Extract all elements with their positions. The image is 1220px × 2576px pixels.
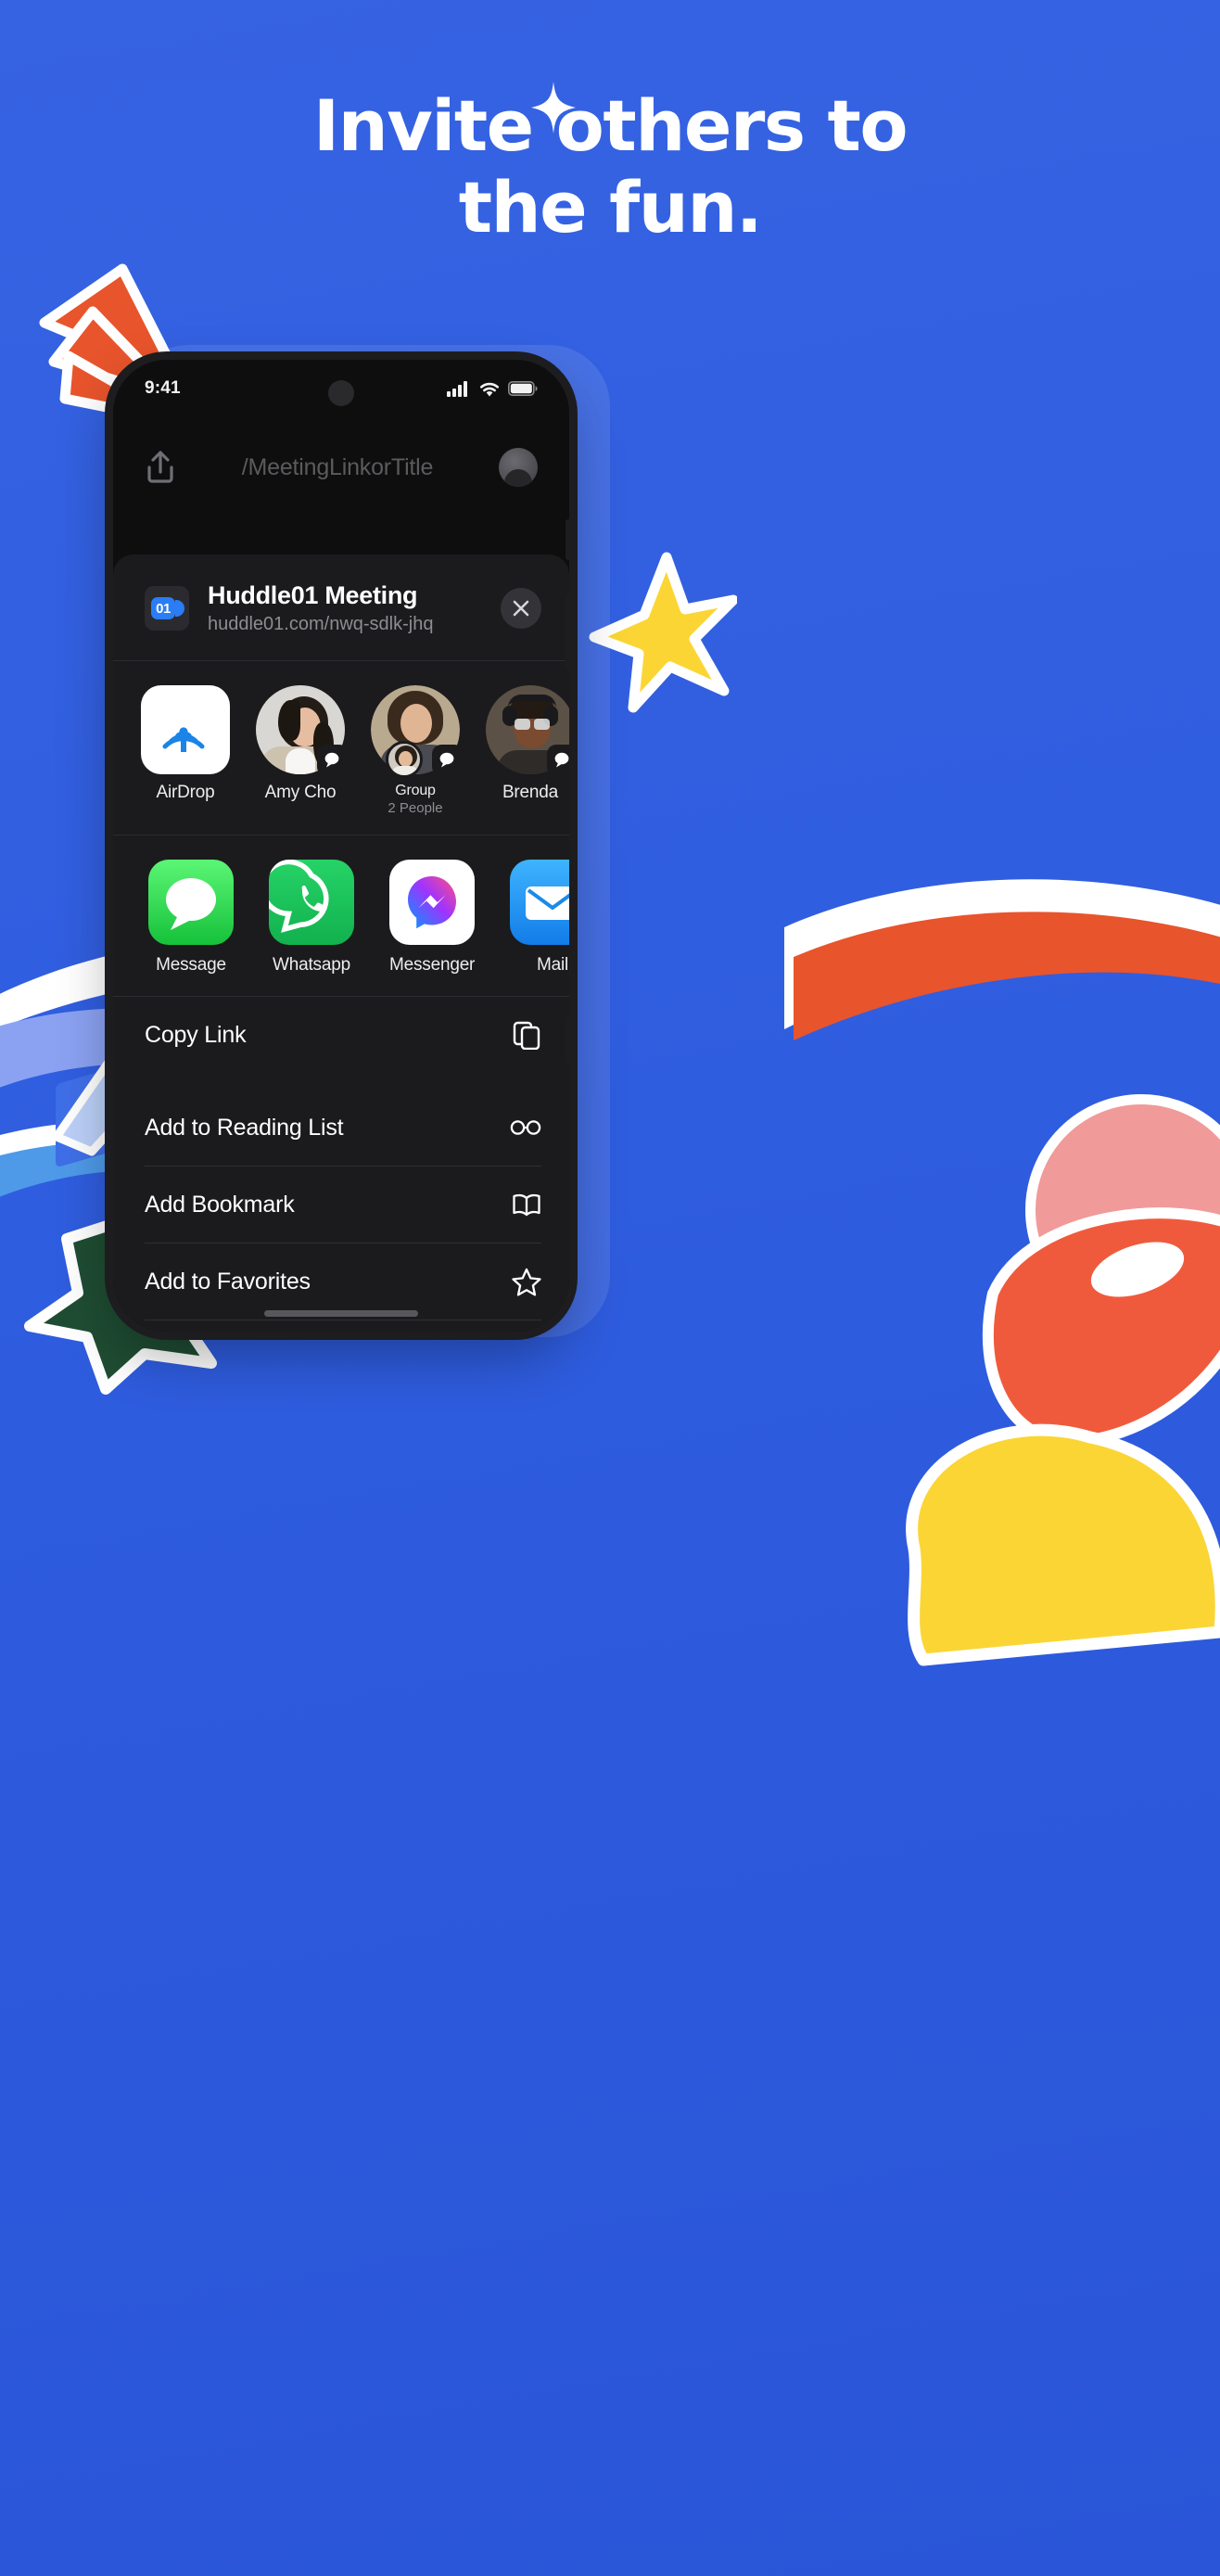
app-message[interactable]: Message bbox=[148, 860, 234, 976]
page-title: Invite others to the fun. bbox=[0, 85, 1220, 249]
whatsapp-app-icon bbox=[269, 860, 354, 945]
sparkle-icon bbox=[531, 82, 576, 134]
copy-icon bbox=[513, 1021, 540, 1050]
messenger-app-icon bbox=[389, 860, 475, 945]
phone-side-button bbox=[566, 519, 572, 560]
contact-label: AirDrop bbox=[156, 783, 215, 802]
messages-badge-icon bbox=[317, 745, 349, 776]
actions-list: Copy Link Add to Reading List Add Bookma… bbox=[113, 997, 569, 1332]
phone-power-button bbox=[566, 1015, 572, 1064]
headline-line-2: the fun. bbox=[458, 166, 763, 249]
messages-badge-icon bbox=[432, 745, 464, 776]
book-icon bbox=[513, 1193, 540, 1217]
share-sheet: 01 Huddle01 Meeting huddle01.com/nwq-sdl… bbox=[113, 555, 569, 1332]
avatar-group-second bbox=[386, 741, 423, 778]
share-item-info: Huddle01 Meeting huddle01.com/nwq-sdlk-j… bbox=[208, 580, 482, 636]
action-add-to-favorites[interactable]: Add to Favorites bbox=[141, 1243, 541, 1320]
contact-airdrop[interactable]: AirDrop bbox=[141, 685, 230, 816]
contact-label: Group bbox=[395, 783, 436, 798]
yellow-star-icon bbox=[589, 552, 737, 713]
browser-toolbar: /MeetingLinkorTitle bbox=[113, 417, 569, 517]
profile-avatar[interactable] bbox=[498, 448, 538, 487]
signal-bars-icon bbox=[447, 380, 467, 397]
contact-photo bbox=[256, 685, 349, 776]
app-label: Mail bbox=[536, 955, 569, 975]
messages-glyph bbox=[324, 752, 339, 768]
orange-curve-shape bbox=[784, 879, 1220, 1040]
promo-screenshot: Invite others to the fun. 9:41 /MeetingL… bbox=[0, 0, 1220, 2576]
status-time: 9:41 bbox=[145, 378, 181, 398]
contact-sublabel: 2 People bbox=[388, 800, 443, 816]
phone-screen: 9:41 /MeetingLinkorTitle 01 Huddle01 Mee… bbox=[113, 360, 569, 1332]
yellow-blob-shape bbox=[906, 1423, 1220, 1666]
app-whatsapp[interactable]: Whatsapp bbox=[269, 860, 354, 976]
action-find-on-page[interactable]: Find on Page bbox=[141, 1320, 541, 1332]
action-label: Add to Favorites bbox=[145, 1268, 311, 1294]
camera-notch bbox=[328, 380, 354, 406]
wifi-icon bbox=[480, 382, 499, 396]
headline-line-1: Invite others to bbox=[312, 84, 909, 167]
whatsapp-glyph bbox=[269, 860, 329, 933]
glasses-icon bbox=[510, 1120, 541, 1135]
action-add-to-reading-list[interactable]: Add to Reading List bbox=[141, 1090, 541, 1166]
messages-glyph bbox=[439, 752, 454, 768]
home-indicator bbox=[264, 1310, 418, 1317]
messages-app-icon bbox=[148, 860, 234, 945]
contact-label: Amy Cho bbox=[264, 783, 337, 802]
close-button[interactable] bbox=[501, 588, 541, 629]
huddle01-icon-text: 01 bbox=[151, 597, 175, 619]
messenger-glyph bbox=[408, 876, 456, 929]
action-label: Add to Reading List bbox=[145, 1114, 344, 1141]
contact-label: Brenda bbox=[502, 783, 559, 802]
app-label: Messenger bbox=[389, 955, 476, 975]
contact-photo bbox=[486, 685, 569, 776]
huddle01-icon-lens bbox=[175, 600, 184, 617]
mail-app-icon bbox=[510, 860, 569, 945]
share-sheet-header: 01 Huddle01 Meeting huddle01.com/nwq-sdl… bbox=[113, 555, 569, 660]
app-mail[interactable]: Mail bbox=[510, 860, 569, 976]
messages-badge-icon bbox=[547, 745, 569, 776]
share-item-title: Huddle01 Meeting bbox=[208, 581, 418, 609]
contact-group-photo bbox=[371, 685, 464, 778]
messages-bubble-glyph bbox=[166, 878, 216, 930]
app-label: Whatsapp bbox=[273, 955, 350, 975]
huddle01-video-icon: 01 bbox=[145, 586, 189, 631]
close-x-icon bbox=[513, 600, 529, 617]
apps-row[interactable]: Message Whatsapp Messenger Mail bbox=[113, 835, 569, 996]
action-label: Copy Link bbox=[145, 1021, 247, 1048]
contact-brenda[interactable]: Brenda bbox=[486, 685, 569, 816]
action-label: Add Bookmark bbox=[145, 1191, 295, 1218]
contacts-row[interactable]: AirDrop Amy Cho Group 2 People Brenda bbox=[113, 661, 569, 835]
airdrop-icon bbox=[141, 685, 230, 774]
phone-volume-button bbox=[566, 593, 572, 670]
share-item-url: huddle01.com/nwq-sdlk-jhq bbox=[208, 614, 434, 634]
app-messenger[interactable]: Messenger bbox=[389, 860, 475, 976]
airdrop-glyph bbox=[162, 727, 205, 752]
action-add-bookmark[interactable]: Add Bookmark bbox=[141, 1167, 541, 1243]
app-label: Message bbox=[156, 955, 226, 975]
contact-group[interactable]: Group 2 People bbox=[371, 685, 464, 816]
actions-group-gap bbox=[141, 1073, 541, 1090]
page-url-title[interactable]: /MeetingLinkorTitle bbox=[242, 454, 434, 481]
mail-envelope-glyph bbox=[526, 886, 569, 920]
phone-frame: 9:41 /MeetingLinkorTitle 01 Huddle01 Mee… bbox=[113, 360, 569, 1332]
battery-icon bbox=[508, 381, 538, 396]
action-copy-link[interactable]: Copy Link bbox=[141, 997, 541, 1073]
share-upload-icon[interactable] bbox=[145, 449, 176, 486]
messages-glyph bbox=[554, 752, 569, 768]
star-icon bbox=[512, 1268, 541, 1296]
status-icons bbox=[447, 380, 538, 397]
contact-amy-cho[interactable]: Amy Cho bbox=[256, 685, 349, 816]
